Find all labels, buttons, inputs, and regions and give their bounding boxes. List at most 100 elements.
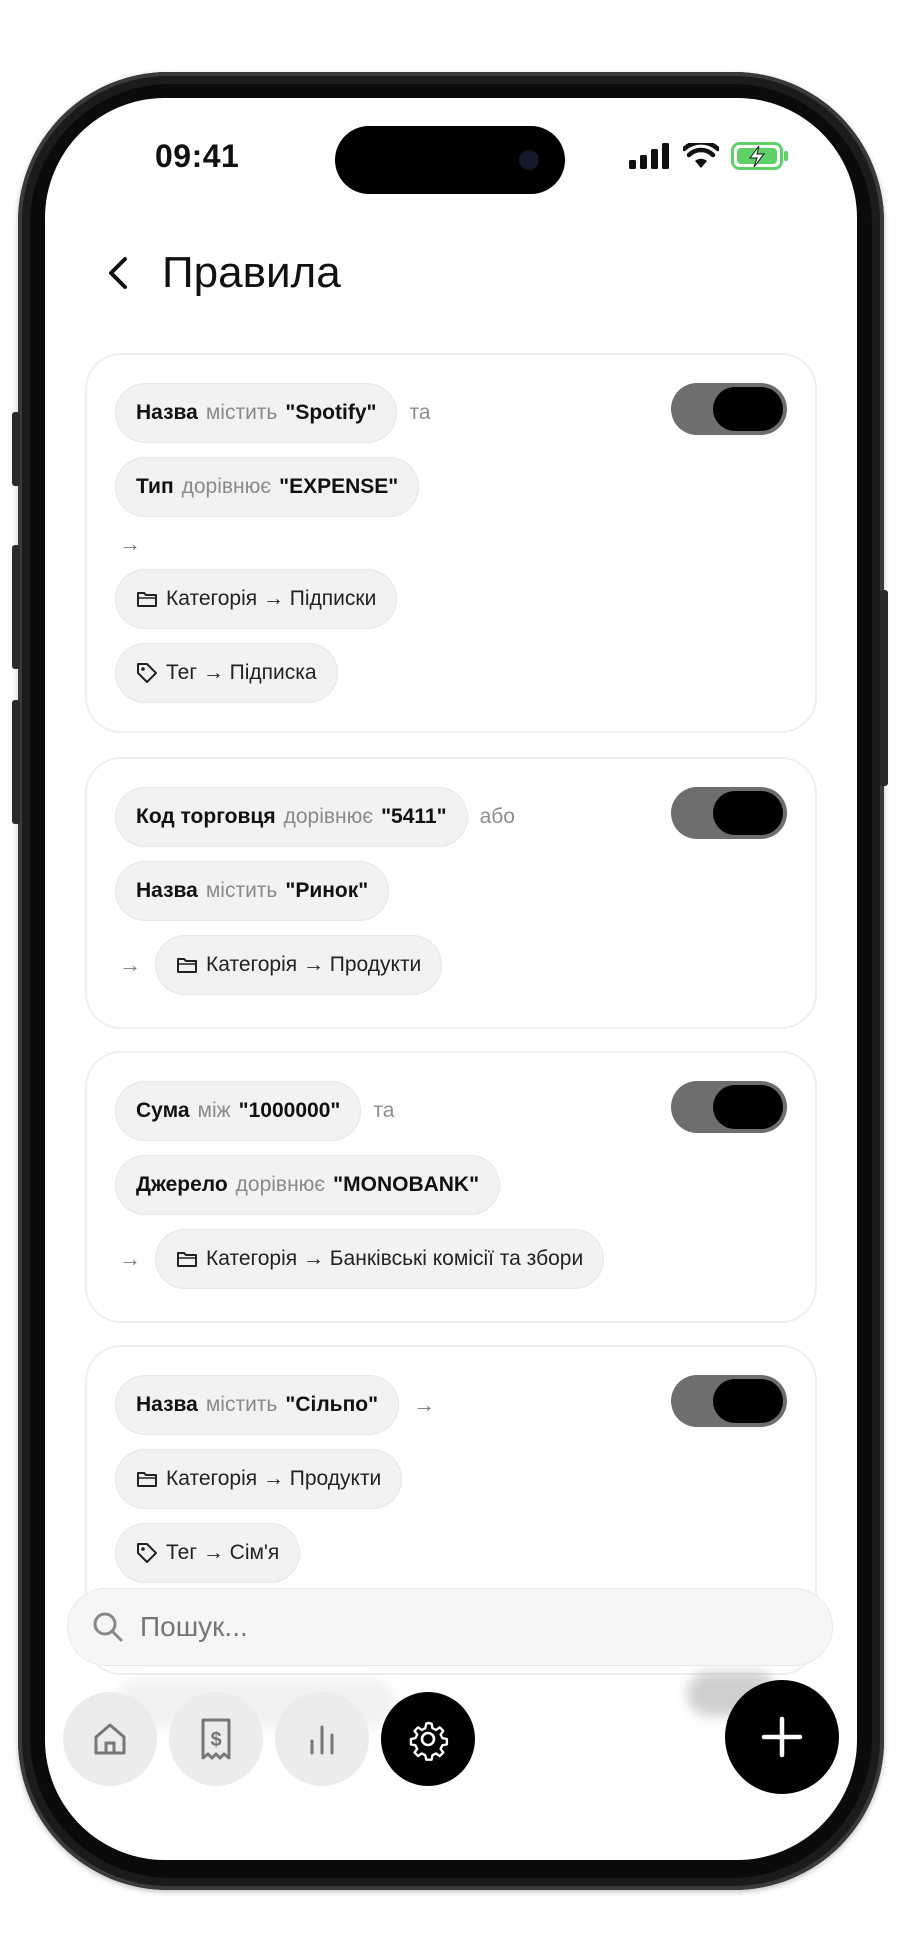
condition-value: "Сільпо" bbox=[285, 1393, 379, 1416]
condition-operator: дорівнює bbox=[235, 1173, 326, 1196]
toggle-knob bbox=[713, 387, 783, 431]
action-chip[interactable]: Тег → Підписка bbox=[115, 643, 338, 703]
action-text: Категорія → Підписки bbox=[166, 587, 377, 610]
condition-row: Назва містить "Сільпо" → bbox=[115, 1375, 437, 1435]
folder-icon bbox=[177, 958, 197, 973]
action-chip[interactable]: Категорія → Підписки bbox=[115, 569, 398, 629]
action-text: Тег → Підписка bbox=[166, 661, 317, 684]
nav-settings[interactable] bbox=[381, 1692, 475, 1786]
condition-value: "EXPENSE" bbox=[279, 475, 399, 498]
condition-row: Джерело дорівнює "MONOBANK" bbox=[115, 1155, 501, 1215]
side-button bbox=[12, 412, 20, 486]
condition-row: Код торговця дорівнює "5411" або bbox=[115, 787, 515, 847]
condition-field: Джерело bbox=[136, 1173, 228, 1196]
condition-field: Назва bbox=[136, 401, 198, 424]
condition-operator: дорівнює bbox=[283, 805, 374, 828]
condition-operator: містить bbox=[205, 1393, 278, 1416]
condition-field: Сума bbox=[136, 1099, 190, 1122]
folder-icon bbox=[177, 1252, 197, 1267]
status-bar: 09:41 bbox=[45, 98, 857, 194]
action-row: Тег → Сім'я bbox=[115, 1523, 301, 1583]
rule-toggle[interactable] bbox=[671, 383, 787, 435]
condition-chip[interactable]: Назва містить "Сільпо" bbox=[115, 1375, 400, 1435]
toggle-knob bbox=[713, 1085, 783, 1129]
condition-field: Код торговця bbox=[136, 805, 276, 828]
arrow-right-icon: → bbox=[119, 952, 141, 977]
status-time: 09:41 bbox=[155, 138, 240, 174]
arrow-right-icon: → bbox=[413, 1392, 436, 1417]
volume-down-button bbox=[12, 700, 20, 824]
rule-card[interactable]: Назва містить "Spotify" та Тип дорівнює … bbox=[85, 353, 817, 733]
toggle-knob bbox=[713, 1379, 783, 1423]
search-bar[interactable] bbox=[67, 1588, 833, 1666]
rule-toggle[interactable] bbox=[671, 787, 787, 839]
condition-chip[interactable]: Тип дорівнює "EXPENSE" bbox=[115, 457, 420, 517]
search-icon bbox=[93, 1612, 123, 1642]
condition-row: Назва містить "Spotify" та bbox=[115, 383, 431, 443]
action-chip[interactable]: Категорія → Продукти bbox=[155, 935, 443, 995]
condition-value: "5411" bbox=[381, 805, 447, 828]
condition-chip[interactable]: Назва містить "Ринок" bbox=[115, 861, 390, 921]
search-input[interactable] bbox=[140, 1611, 740, 1643]
action-row: Категорія → Продукти bbox=[115, 1449, 403, 1509]
condition-chip[interactable]: Код торговця дорівнює "5411" bbox=[115, 787, 468, 847]
page-header: Правила bbox=[100, 248, 341, 298]
chart-icon bbox=[310, 1725, 334, 1755]
action-row: Категорія → Підписки bbox=[115, 569, 398, 629]
action-text: Тег → Сім'я bbox=[166, 1541, 280, 1564]
action-text: Категорія → Продукти bbox=[206, 953, 422, 976]
condition-field: Назва bbox=[136, 1393, 198, 1416]
action-chip[interactable]: Категорія → Банківські комісії та збори bbox=[155, 1229, 605, 1289]
folder-icon bbox=[137, 1472, 157, 1487]
svg-text:$: $ bbox=[210, 1729, 221, 1751]
arrow-right-icon: → bbox=[119, 531, 141, 556]
toggle-knob bbox=[713, 791, 783, 835]
condition-operator: містить bbox=[205, 401, 278, 424]
condition-operator: між bbox=[197, 1099, 231, 1122]
front-camera bbox=[519, 150, 539, 170]
condition-field: Назва bbox=[136, 879, 198, 902]
condition-chip[interactable]: Назва містить "Spotify" bbox=[115, 383, 398, 443]
receipt-icon: $ bbox=[201, 1718, 231, 1760]
condition-conjunction: або bbox=[479, 805, 515, 828]
tag-icon bbox=[137, 663, 157, 683]
condition-value: "Spotify" bbox=[285, 401, 377, 424]
action-row: → Категорія → Продукти bbox=[117, 935, 443, 995]
nav-transactions[interactable]: $ bbox=[169, 1692, 263, 1786]
condition-operator: містить bbox=[205, 879, 278, 902]
signal-icon bbox=[629, 143, 669, 169]
condition-conjunction: та bbox=[373, 1099, 395, 1122]
condition-value: "Ринок" bbox=[285, 879, 369, 902]
status-icons bbox=[629, 142, 789, 170]
battery-charging-icon bbox=[731, 142, 788, 170]
rule-toggle[interactable] bbox=[671, 1375, 787, 1427]
gear-icon bbox=[409, 1721, 449, 1761]
add-rule-button[interactable] bbox=[725, 1680, 839, 1794]
condition-value: "1000000" bbox=[238, 1099, 341, 1122]
action-row: Тег → Підписка bbox=[115, 643, 338, 703]
action-chip[interactable]: Категорія → Продукти bbox=[115, 1449, 403, 1509]
volume-up-button bbox=[12, 545, 20, 669]
back-button[interactable] bbox=[100, 255, 136, 291]
home-icon bbox=[94, 1723, 126, 1755]
nav-home[interactable] bbox=[63, 1692, 157, 1786]
nav-analytics[interactable] bbox=[275, 1692, 369, 1786]
action-row: → Категорія → Банківські комісії та збор… bbox=[117, 1229, 605, 1289]
action-chip[interactable]: Тег → Сім'я bbox=[115, 1523, 301, 1583]
bottom-nav: $ bbox=[63, 1692, 475, 1786]
page-title: Правила bbox=[162, 248, 341, 297]
folder-icon bbox=[137, 592, 157, 607]
wifi-icon bbox=[683, 143, 719, 168]
rule-card[interactable]: Код торговця дорівнює "5411" або Назва м… bbox=[85, 757, 817, 1029]
tag-icon bbox=[137, 1543, 157, 1563]
condition-chip[interactable]: Джерело дорівнює "MONOBANK" bbox=[115, 1155, 501, 1215]
condition-conjunction: та bbox=[409, 401, 431, 424]
condition-row: Сума між "1000000" та bbox=[115, 1081, 394, 1141]
chevron-left-icon bbox=[109, 257, 127, 289]
condition-field: Тип bbox=[136, 475, 174, 498]
plus-icon bbox=[761, 1716, 803, 1758]
condition-chip[interactable]: Сума між "1000000" bbox=[115, 1081, 362, 1141]
rule-toggle[interactable] bbox=[671, 1081, 787, 1133]
rule-card[interactable]: Сума між "1000000" та Джерело дорівнює "… bbox=[85, 1051, 817, 1323]
condition-value: "MONOBANK" bbox=[333, 1173, 480, 1196]
